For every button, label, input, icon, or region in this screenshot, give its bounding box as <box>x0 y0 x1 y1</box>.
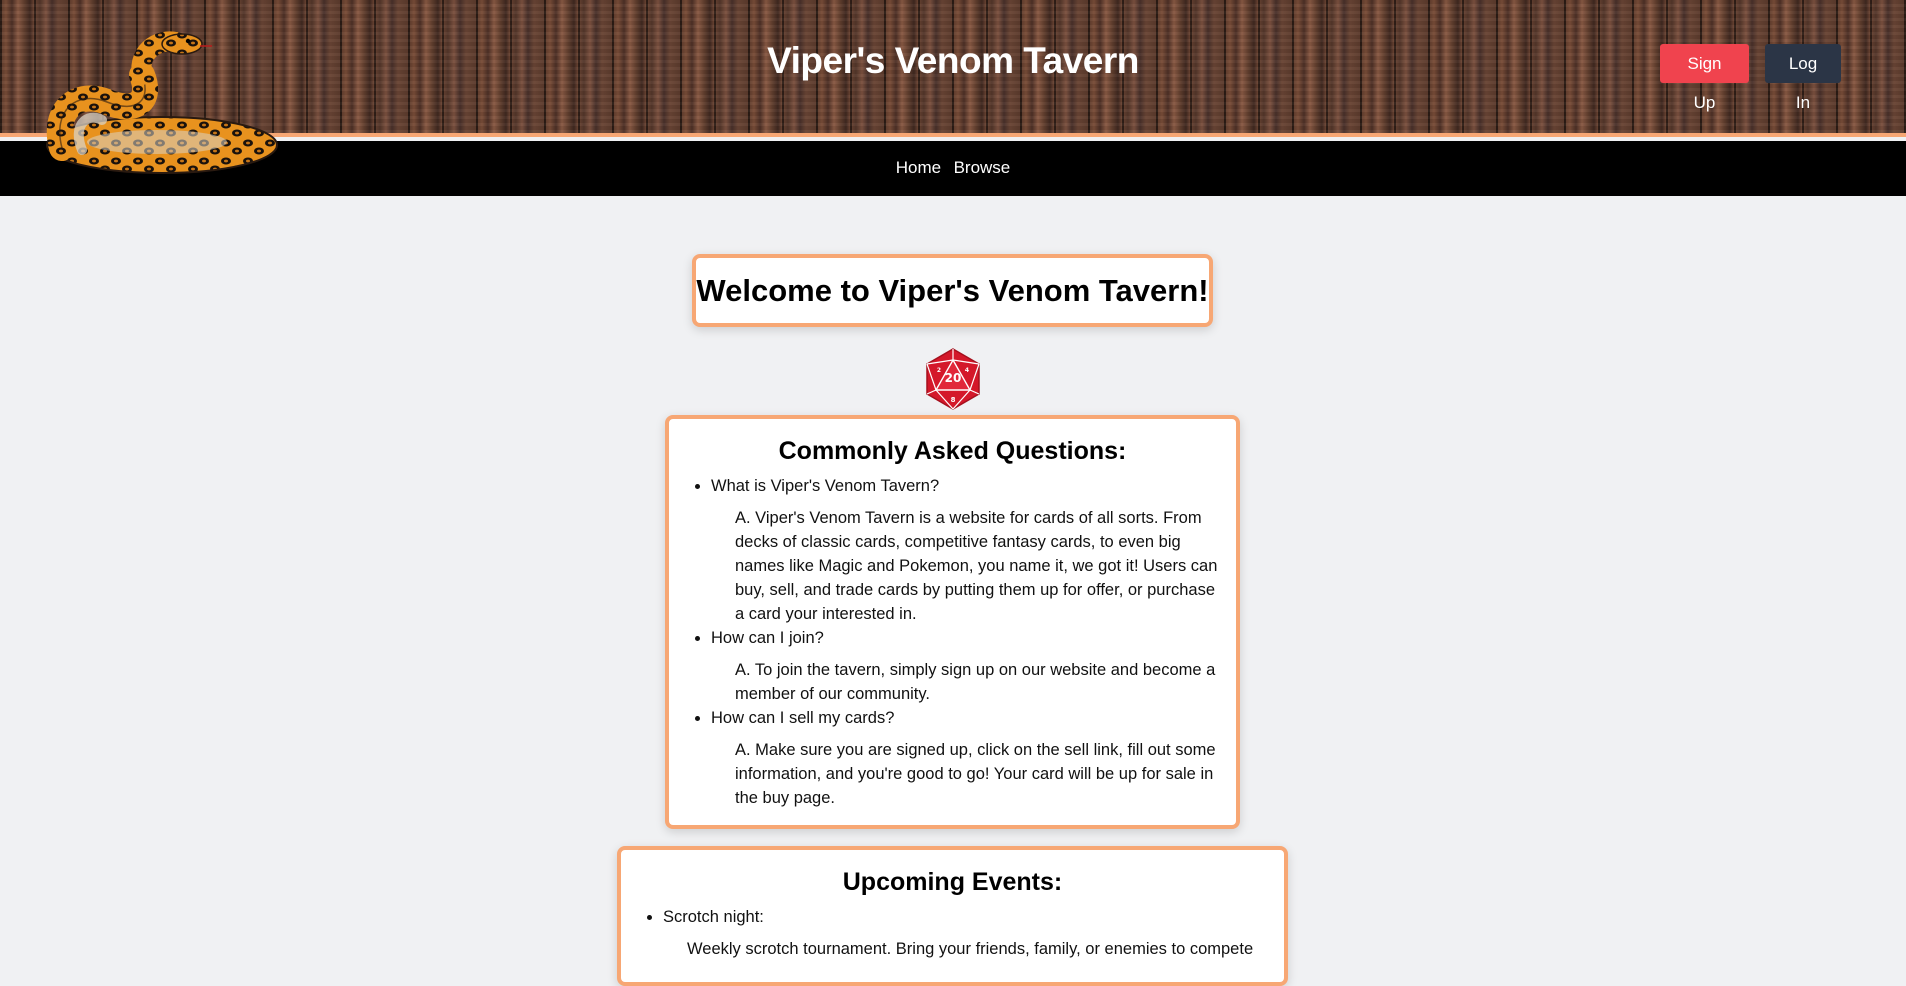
svg-text:20: 20 <box>945 371 962 385</box>
site-header: Viper's Venom Tavern Sign Up Log In <box>0 0 1906 137</box>
faq-answer: A. Viper's Venom Tavern is a website for… <box>735 509 1218 623</box>
sign-up-button[interactable]: Sign Up <box>1660 44 1749 112</box>
snake-logo[interactable] <box>22 30 282 180</box>
faq-question: How can I sell my cards? <box>711 706 1236 730</box>
site-title: Viper's Venom Tavern <box>767 40 1139 81</box>
welcome-banner: Welcome to Viper's Venom Tavern! <box>692 254 1213 327</box>
events-card: Upcoming Events: Scrotch night: Weekly s… <box>617 846 1288 986</box>
faq-answer: A. To join the tavern, simply sign up on… <box>735 661 1216 703</box>
faq-answer: A. Make sure you are signed up, click on… <box>735 741 1216 807</box>
faq-question: How can I join? <box>711 626 1236 650</box>
nav-link-browse[interactable]: Browse <box>954 158 1011 177</box>
event-description: Weekly scrotch tournament. Bring your fr… <box>687 940 1254 958</box>
d20-icon: 20 8 2 4 <box>926 348 980 410</box>
events-list: Scrotch night: Weekly scrotch tournament… <box>621 905 1284 961</box>
svg-text:8: 8 <box>951 396 956 404</box>
events-title: Upcoming Events: <box>842 868 1063 896</box>
svg-text:2: 2 <box>937 367 941 374</box>
log-in-button[interactable]: Log In <box>1765 44 1841 112</box>
event-name: Scrotch night: <box>663 905 1284 929</box>
nav-links: Home Browse <box>0 158 1906 178</box>
faq-question: What is Viper's Venom Tavern? <box>711 474 1236 498</box>
welcome-title: Welcome to Viper's Venom Tavern! <box>696 273 1209 308</box>
faq-title: Commonly Asked Questions: <box>778 437 1127 465</box>
nav-bar: Home Browse <box>0 141 1906 196</box>
nav-link-home[interactable]: Home <box>896 158 941 177</box>
svg-text:4: 4 <box>965 367 969 374</box>
faq-list: What is Viper's Venom Tavern? A. Viper's… <box>669 474 1236 810</box>
faq-card: Commonly Asked Questions: What is Viper'… <box>665 415 1240 829</box>
